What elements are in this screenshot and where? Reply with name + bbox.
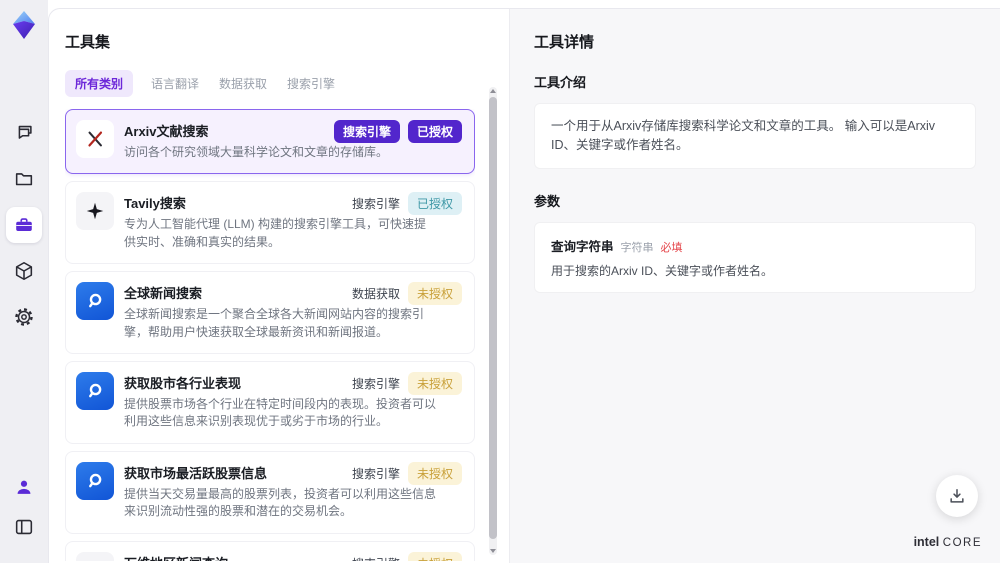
tool-badges: 搜索引擎 已授权 [333,120,462,143]
scroll-down-icon[interactable] [490,549,496,553]
tool-badges: 搜索引擎 未授权 [352,551,462,561]
tool-card[interactable]: 全球新闻搜索 全球新闻搜索是一个聚合全球各大新闻网站内容的搜索引擎，帮助用户快速… [65,271,475,354]
cube-nav-icon[interactable] [6,253,42,289]
panel-toggle-icon[interactable] [6,509,42,545]
tool-category-badge: 搜索引擎 [351,197,400,212]
tool-card[interactable]: 获取股市各行业表现 提供股票市场各个行业在特定时间段内的表现。投资者可以利用这些… [65,360,475,444]
tool-category-badge: 搜索引擎 [352,552,400,561]
intro-section-title: 工具介绍 [534,75,587,90]
tool-logo-icon [76,120,114,158]
tool-description: 全球新闻搜索是一个聚合全球各大新闻网站内容的搜索引擎，帮助用户快速获取全球最新资… [124,307,425,339]
news-search-icon [89,293,102,308]
toolbox-nav-icon[interactable] [6,207,42,243]
tool-auth-badge: 未授权 [407,371,462,395]
settings-gear-icon[interactable] [6,299,42,335]
scrollbar-thumb[interactable] [489,97,497,539]
download-button[interactable] [936,475,978,517]
tool-auth-badge: 未授权 [407,551,462,561]
tool-logo-icon [76,551,114,561]
tool-list: Arxiv文献搜索 访问各个研究领域大量科学论文和文章的存储库。 搜索引擎 已授… [65,109,475,561]
chat-nav-icon[interactable] [6,115,42,151]
tool-logo-icon [76,371,114,410]
tool-auth-badge: 未授权 [407,461,462,485]
tool-intro-text: 一个用于从Arxiv存储库搜索科学论文和文章的工具。 输入可以是Arxiv ID… [551,119,936,152]
tool-category-badge: 搜索引擎 [351,376,400,391]
param-type: 字符串 [620,241,654,254]
tool-card[interactable]: Arxiv文献搜索 访问各个研究领域大量科学论文和文章的存储库。 搜索引擎 已授… [65,109,475,175]
param-name: 查询字符串 [551,239,614,254]
category-tab[interactable]: 搜索引擎 [285,70,337,97]
tool-logo-icon [76,192,114,231]
tool-badges: 搜索引擎 未授权 [351,461,462,485]
tool-detail-section: 工具详情 工具介绍 一个用于从Arxiv存储库搜索科学论文和文章的工具。 输入可… [509,9,1000,563]
arxiv-icon [88,131,103,147]
intro-box: 一个用于从Arxiv存储库搜索科学论文和文章的工具。 输入可以是Arxiv ID… [534,103,976,169]
tool-category-badge: 数据获取 [351,287,400,302]
tool-auth-badge: 已授权 [407,120,462,143]
tool-description: 专为人工智能代理 (LLM) 构建的搜索引擎工具，可快速提供实时、准确和真实的结… [124,217,427,249]
param-required-flag: 必填 [660,241,683,254]
newspaper-icon [84,560,106,561]
tool-logo-icon [76,461,114,500]
tool-card[interactable]: 获取市场最活跃股票信息 提供当天交易量最高的股票列表，投资者可以利用这些信息来识… [65,450,475,534]
brand-core: core [942,537,982,549]
category-tab[interactable]: 数据获取 [217,70,269,97]
param-box: 查询字符串 字符串 必填 用于搜索的Arxiv ID、关键字或作者姓名。 [534,221,976,293]
tool-logo-icon [76,282,114,321]
nav-rail [0,0,48,563]
detail-title: 工具详情 [534,34,595,51]
tool-badges: 搜索引擎 未授权 [351,371,462,395]
tool-badges: 搜索引擎 已授权 [351,192,462,216]
app-logo-icon [10,10,38,45]
tool-badges: 数据获取 未授权 [351,282,462,306]
params-section-title: 参数 [534,193,561,209]
tool-auth-badge: 已授权 [407,192,462,216]
category-tab[interactable]: 语言翻译 [149,70,201,97]
category-tab[interactable]: 所有类别 [65,70,134,97]
tool-description: 提供当天交易量最高的股票列表，投资者可以利用这些信息来识别流动性强的股票和潜在的… [124,486,437,519]
news-search-icon [89,383,102,398]
scroll-up-icon[interactable] [490,89,496,93]
tool-list-section: 工具集 所有类别 语言翻译 数据获取 搜索引擎 Arxiv文献搜索 访问各个研究… [49,9,509,563]
tool-card[interactable]: 万维地区新闻查询 查询具体行政区划内的新闻，快速了解各地新闻动 搜索引擎 未授权 [65,540,475,561]
tavily-star-icon [86,203,104,220]
tool-description: 提供股票市场各个行业在特定时间段内的表现。投资者可以利用这些信息来识别表现优于或… [124,396,437,429]
list-scrollbar[interactable] [489,87,497,555]
param-header: 查询字符串 字符串 必填 [551,236,959,255]
tool-category-badge: 搜索引擎 [351,466,400,481]
brand-intel: intel [913,535,940,549]
intel-core-logo: intel core [914,535,982,549]
app-window: 工具集 所有类别 语言翻译 数据获取 搜索引擎 Arxiv文献搜索 访问各个研究… [0,0,1000,563]
tool-category-badge: 搜索引擎 [333,120,400,143]
tool-auth-badge: 未授权 [407,282,462,306]
download-icon [950,489,964,503]
folder-nav-icon[interactable] [6,161,42,197]
param-description: 用于搜索的Arxiv ID、关键字或作者姓名。 [551,263,774,278]
tool-card[interactable]: Tavily搜索 专为人工智能代理 (LLM) 构建的搜索引擎工具，可快速提供实… [65,181,475,265]
news-search-icon [89,473,102,488]
page-title: 工具集 [65,34,111,51]
user-avatar-icon[interactable] [6,469,42,505]
tool-description: 访问各个研究领域大量科学论文和文章的存储库。 [124,145,389,159]
main-panel: 工具集 所有类别 语言翻译 数据获取 搜索引擎 Arxiv文献搜索 访问各个研究… [48,8,1000,563]
category-tabs: 所有类别 语言翻译 数据获取 搜索引擎 [65,70,475,97]
